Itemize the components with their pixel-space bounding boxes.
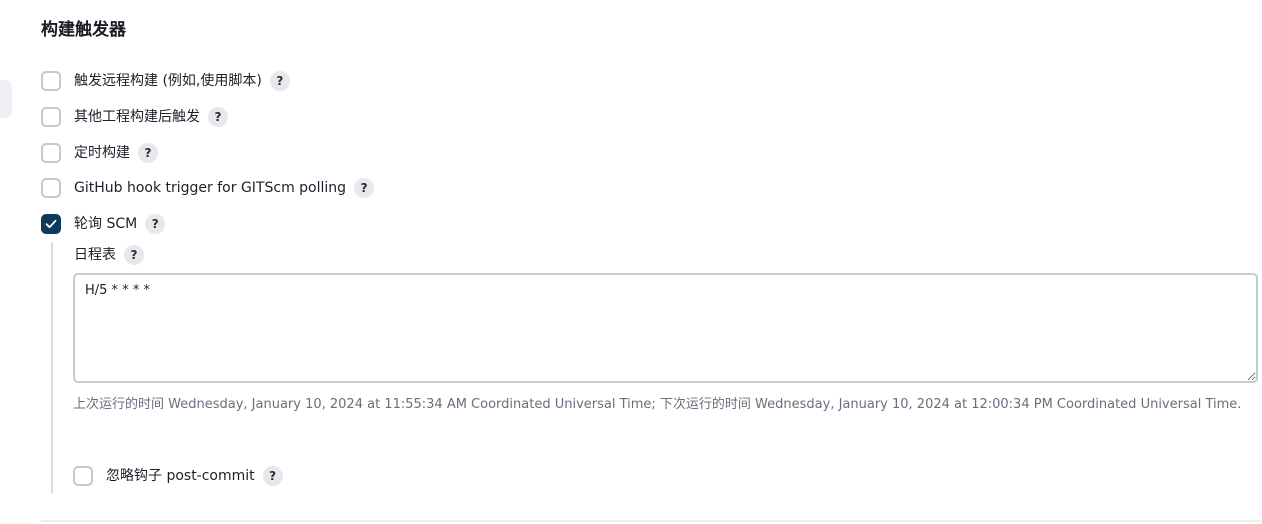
trigger-remote-build[interactable]: 触发远程构建 (例如,使用脚本) ? [41, 70, 290, 92]
checkbox-remote-build[interactable] [41, 71, 61, 91]
help-icon[interactable]: ? [269, 71, 290, 91]
trigger-poll-scm-label[interactable]: 轮询 SCM [74, 214, 137, 234]
section-title: 构建触发器 [41, 20, 126, 40]
help-icon[interactable]: ? [145, 214, 166, 234]
trigger-remote-build-label[interactable]: 触发远程构建 (例如,使用脚本) [74, 71, 262, 91]
schedule-textarea[interactable]: H/5 * * * * [73, 273, 1258, 383]
trigger-github-hook[interactable]: GitHub hook trigger for GITScm polling ? [41, 177, 375, 199]
ignore-post-commit-hooks-label[interactable]: 忽略钩子 post-commit [106, 466, 255, 486]
help-icon[interactable]: ? [124, 245, 144, 265]
trigger-poll-scm[interactable]: 轮询 SCM ? [41, 213, 166, 235]
checkbox-github-hook[interactable] [41, 178, 61, 198]
side-panel-tab[interactable] [0, 80, 12, 118]
schedule-run-times-hint: 上次运行的时间 Wednesday, January 10, 2024 at 1… [73, 397, 1242, 412]
trigger-periodic-build-label[interactable]: 定时构建 [74, 143, 130, 163]
checkbox-after-other-projects[interactable] [41, 107, 61, 127]
trigger-periodic-build[interactable]: 定时构建 ? [41, 142, 158, 164]
trigger-github-hook-label[interactable]: GitHub hook trigger for GITScm polling [74, 178, 346, 198]
ignore-post-commit-hooks[interactable]: 忽略钩子 post-commit ? [73, 465, 283, 487]
check-icon [45, 219, 57, 229]
checkbox-poll-scm[interactable] [41, 214, 61, 234]
checkbox-ignore-post-commit-hooks[interactable] [73, 466, 93, 486]
trigger-after-other-projects-label[interactable]: 其他工程构建后触发 [74, 107, 200, 127]
schedule-label-row: 日程表 ? [74, 244, 144, 266]
help-icon[interactable]: ? [354, 178, 375, 198]
schedule-label: 日程表 [74, 247, 116, 263]
help-icon[interactable]: ? [138, 143, 158, 163]
help-icon[interactable]: ? [262, 466, 283, 486]
checkbox-periodic-build[interactable] [41, 143, 61, 163]
nested-options-bar [51, 242, 53, 493]
help-icon[interactable]: ? [208, 107, 228, 127]
trigger-after-other-projects[interactable]: 其他工程构建后触发 ? [41, 106, 228, 128]
section-divider [41, 520, 1262, 522]
